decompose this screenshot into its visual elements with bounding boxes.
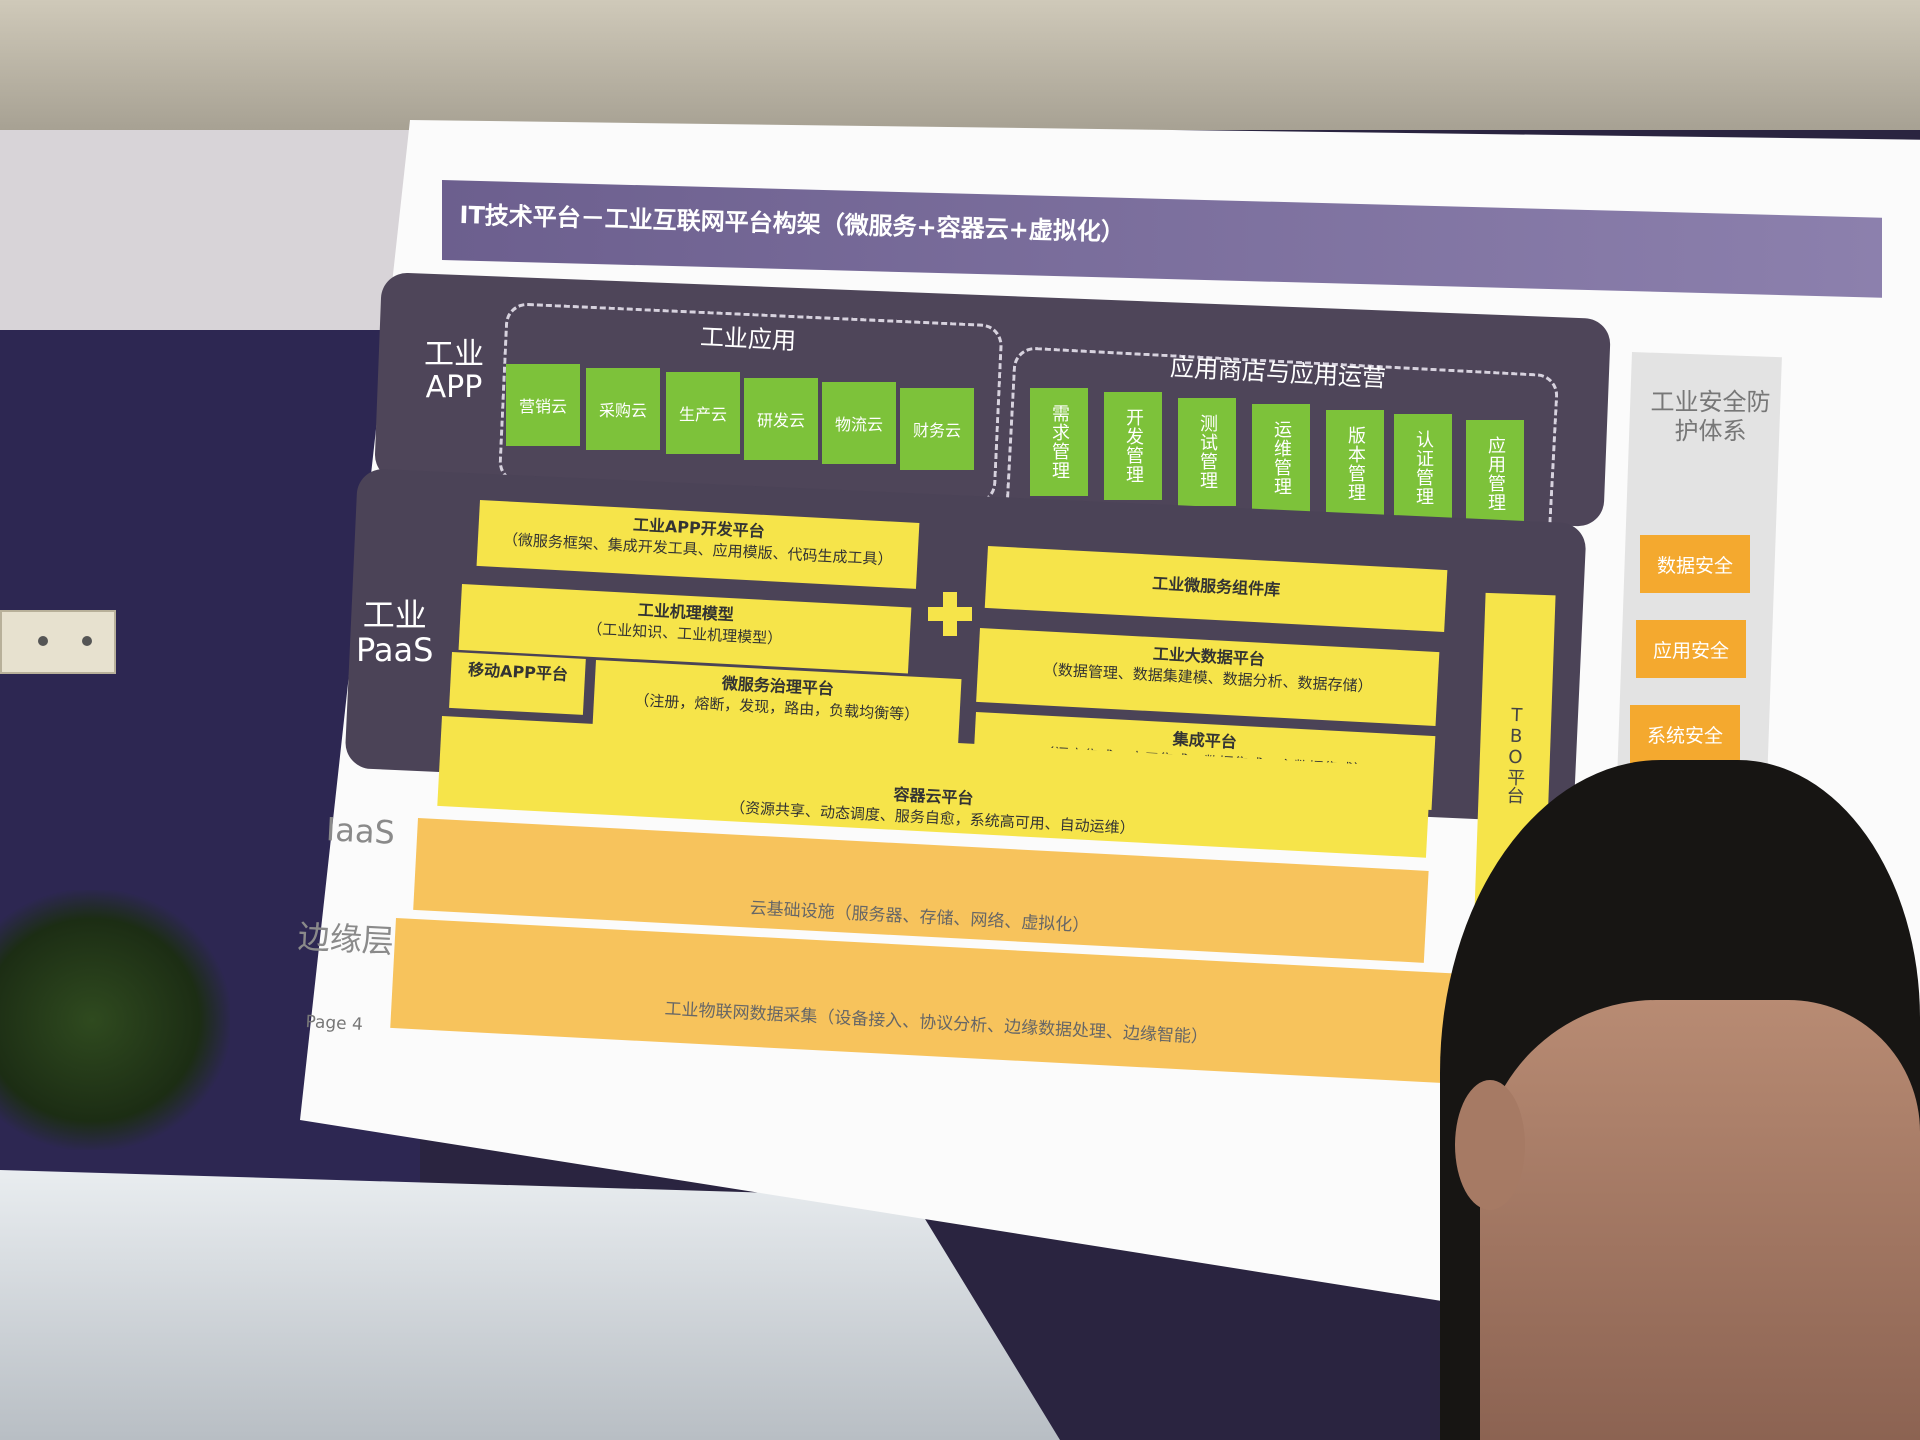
- mobile-app-platform-title: 移动APP平台: [467, 659, 569, 685]
- paas-layer-label: 工业 PaaS: [356, 596, 434, 670]
- store-item[interactable]: 认证管理: [1394, 414, 1452, 522]
- title-bar: [442, 180, 1882, 298]
- app-layer-label: 工业 APP: [424, 338, 484, 404]
- app-label-line1: 工业: [424, 337, 484, 372]
- iaas-label: IaaS: [325, 810, 396, 852]
- app-label-line2: APP: [425, 370, 483, 405]
- edge-label: 边缘层: [296, 917, 395, 961]
- store-item[interactable]: 版本管理: [1326, 410, 1384, 518]
- app-item[interactable]: 研发云: [744, 378, 818, 460]
- store-item[interactable]: 应用管理: [1466, 420, 1524, 528]
- store-item[interactable]: 需求管理: [1030, 388, 1088, 496]
- paas-label-line1: 工业: [362, 596, 427, 634]
- app-item[interactable]: 生产云: [666, 372, 740, 454]
- store-item[interactable]: 测试管理: [1178, 398, 1236, 506]
- industrial-apps-heading: 工业应用: [699, 322, 797, 356]
- viewer-face: [1480, 1000, 1920, 1440]
- security-item[interactable]: 应用安全: [1636, 620, 1746, 678]
- paas-label-line2: PaaS: [356, 631, 434, 670]
- plus-icon: [928, 592, 972, 636]
- page-number: Page 4: [304, 1012, 364, 1035]
- app-item[interactable]: 采购云: [586, 368, 660, 450]
- store-item[interactable]: 运维管理: [1252, 404, 1310, 512]
- mobile-app-platform[interactable]: 移动APP平台: [449, 652, 586, 715]
- app-item[interactable]: 物流云: [822, 382, 896, 464]
- security-title: 工业安全防护体系: [1650, 388, 1771, 445]
- viewer-ear: [1455, 1080, 1525, 1210]
- security-item[interactable]: 数据安全: [1640, 535, 1750, 593]
- security-item[interactable]: 系统安全: [1630, 705, 1740, 763]
- app-item[interactable]: 财务云: [900, 388, 974, 470]
- app-item[interactable]: 营销云: [506, 364, 580, 446]
- store-item[interactable]: 开发管理: [1104, 392, 1162, 500]
- microservice-library-title: 工业微服务组件库: [1151, 573, 1281, 600]
